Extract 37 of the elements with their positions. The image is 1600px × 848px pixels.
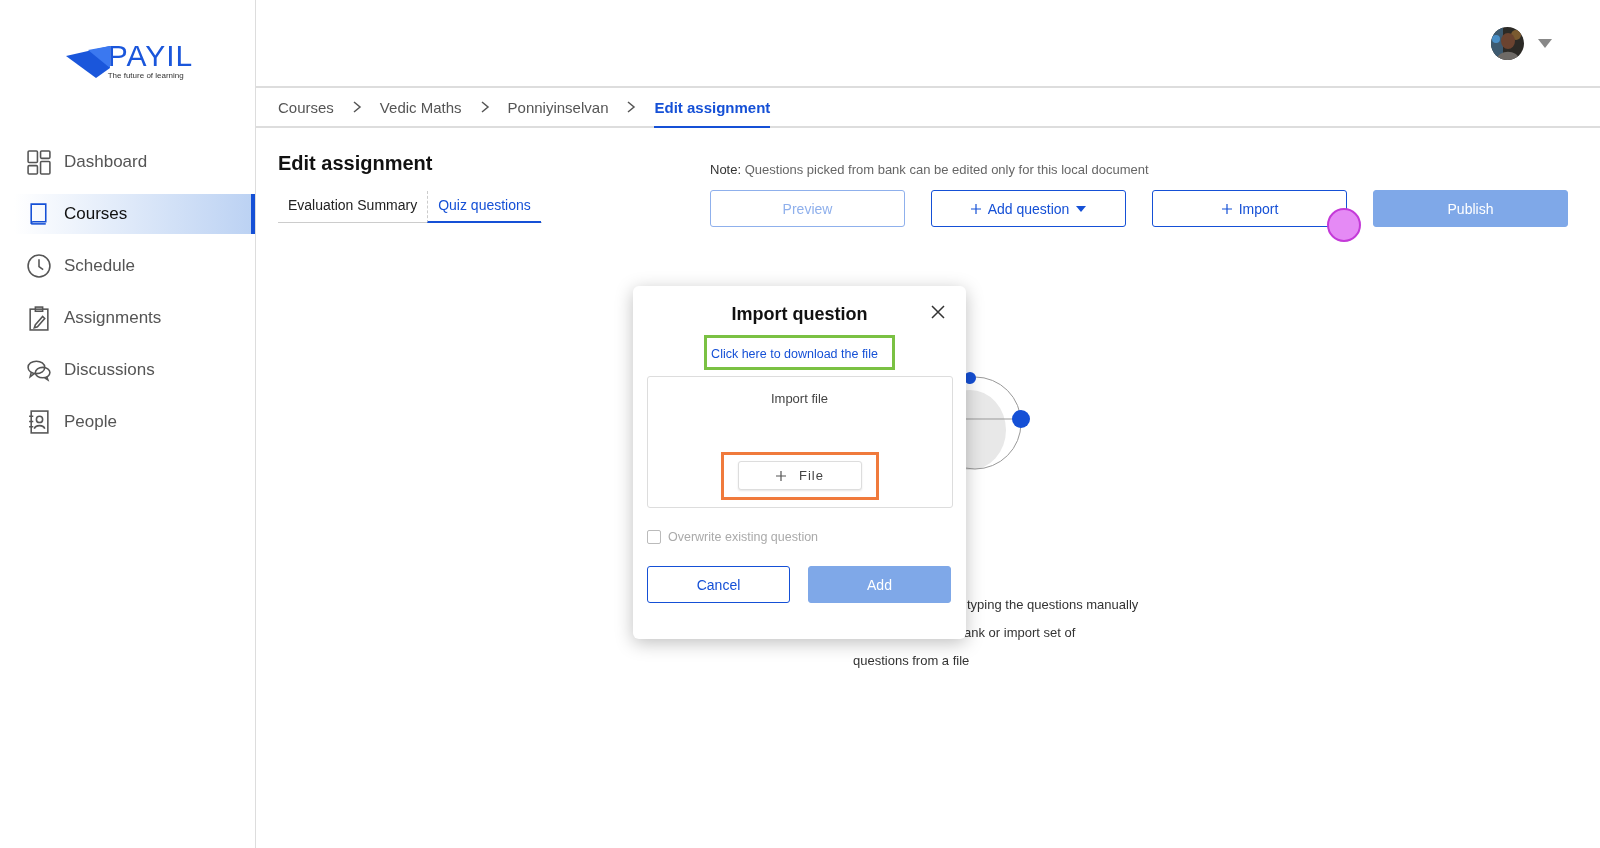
- hint-text: ank or import set of: [964, 625, 1076, 640]
- click-marker-icon: [1327, 208, 1361, 242]
- sidebar-item[interactable]: Dashboard: [14, 142, 255, 182]
- contact-book-icon: [26, 409, 52, 435]
- tab[interactable]: Evaluation Summary: [278, 191, 428, 223]
- dropzone-label: Import file: [770, 391, 829, 406]
- breadcrumb-link[interactable]: Edit assignment: [654, 88, 771, 128]
- plus-icon: [969, 202, 982, 215]
- hint-text: questions from a file: [853, 653, 970, 668]
- action-button[interactable]: Import: [1152, 190, 1347, 227]
- hint-text: typing the questions manually: [967, 597, 1139, 612]
- grid-icon: [26, 149, 52, 175]
- dropzone[interactable]: Import file File: [646, 376, 953, 508]
- file-button[interactable]: File: [737, 461, 862, 490]
- logo-name: PAYIL: [107, 40, 194, 71]
- sidebar-item[interactable]: Schedule: [14, 246, 255, 286]
- caret-icon[interactable]: [1538, 38, 1552, 48]
- plus-icon: [1220, 202, 1233, 215]
- checkbox-label: Overwrite existing question: [668, 530, 819, 544]
- action-button[interactable]: Add question: [931, 190, 1126, 227]
- note-text: Note: Questions picked from bank can be edited only for this local document: [710, 162, 1150, 177]
- clock-icon: [26, 253, 52, 279]
- breadcrumb-link[interactable]: Vedic Maths: [379, 88, 462, 128]
- tab[interactable]: Quiz questions: [427, 191, 541, 223]
- logo-tagline: The future of learning: [107, 70, 185, 80]
- dialog-button[interactable]: Cancel: [647, 566, 790, 603]
- chat-icon: [26, 357, 52, 383]
- dialog-title: Import question: [731, 304, 868, 325]
- sidebar-item[interactable]: Assignments: [14, 298, 255, 338]
- plus-icon: [775, 469, 787, 482]
- download-link[interactable]: Click here to download the file: [711, 347, 878, 361]
- breadcrumb-link[interactable]: Ponniyinselvan: [507, 88, 609, 128]
- sidebar-item[interactable]: People: [14, 402, 255, 442]
- sidebar-item[interactable]: Discussions: [14, 350, 255, 390]
- breadcrumb-link[interactable]: Courses: [278, 88, 334, 128]
- clipboard-icon: [26, 305, 52, 331]
- close-icon[interactable]: [930, 304, 946, 320]
